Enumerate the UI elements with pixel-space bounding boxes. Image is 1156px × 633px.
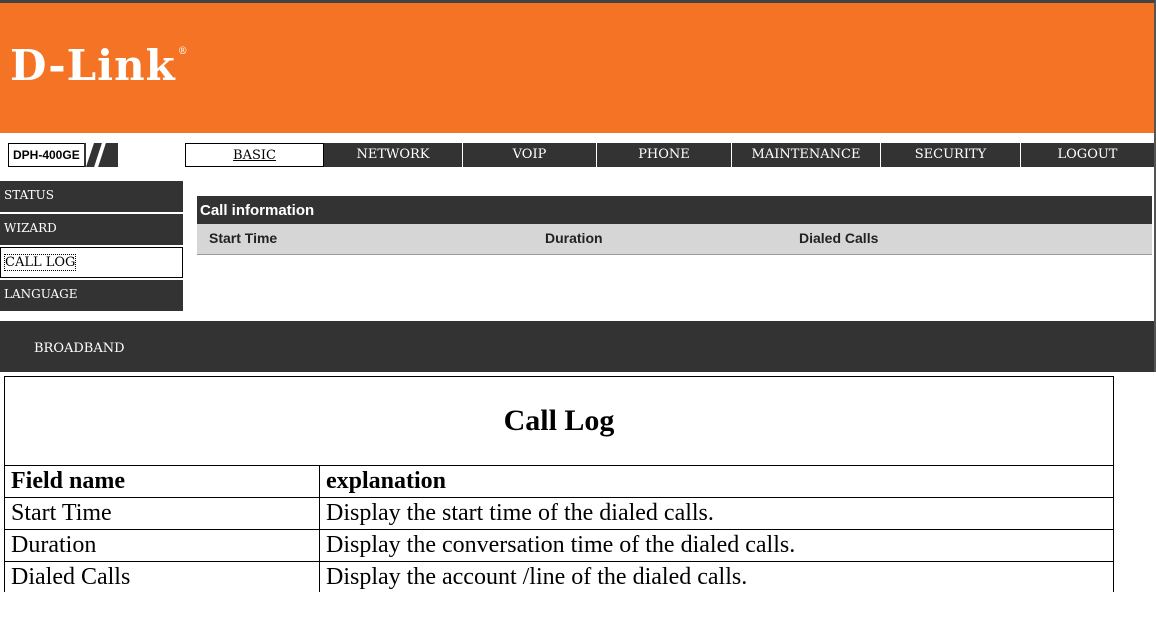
table-row: Dialed Calls Display the account /line o… (4, 561, 1114, 592)
doc-table-header-row: Field name explanation (4, 465, 1114, 498)
call-information-title: Call information (197, 196, 1152, 224)
tab-basic[interactable]: BASIC (185, 143, 324, 167)
tab-voip[interactable]: VOIP (463, 143, 597, 167)
left-nav-item-wizard[interactable]: WIZARD (0, 214, 183, 245)
left-nav: STATUS WIZARD CALL LOG LANGUAGE (0, 181, 183, 313)
left-nav-item-status[interactable]: STATUS (0, 181, 183, 212)
tab-security[interactable]: SECURITY (881, 143, 1021, 167)
table-row: Duration Display the conversation time o… (4, 529, 1114, 562)
doc-table-title: Call Log (4, 376, 1114, 466)
dlink-logo: D-Link ® (10, 41, 189, 90)
model-name: DPH-400GE (13, 148, 80, 162)
field-name-cell: Duration (4, 529, 320, 562)
explanation-cell: Display the start time of the dialed cal… (319, 497, 1114, 530)
left-nav-label: CALL LOG (3, 254, 77, 271)
header-field-name: Field name (4, 465, 320, 498)
call-columns-header: Start Time Duration Dialed Calls (197, 224, 1152, 255)
left-nav-item-language[interactable]: LANGUAGE (0, 280, 183, 311)
left-nav-label: LANGUAGE (4, 287, 78, 301)
field-name-cell: Start Time (4, 497, 320, 530)
table-row: Start Time Display the start time of the… (4, 497, 1114, 530)
column-duration: Duration (545, 230, 603, 246)
call-information-panel: Call information Start Time Duration Dia… (197, 196, 1152, 255)
tab-maintenance[interactable]: MAINTENANCE (732, 143, 881, 167)
tab-logout[interactable]: LOGOUT (1021, 143, 1154, 167)
left-nav-label: WIZARD (4, 221, 57, 235)
left-nav-label: STATUS (4, 188, 54, 202)
explanation-cell: Display the conversation time of the dia… (319, 529, 1114, 562)
header-explanation: explanation (319, 465, 1114, 498)
explanation-cell: Display the account /line of the dialed … (319, 561, 1114, 592)
left-nav-item-call-log[interactable]: CALL LOG (0, 247, 183, 278)
column-dialed-calls: Dialed Calls (799, 230, 879, 246)
bottom-bar-label[interactable]: BROADBAND (34, 341, 125, 356)
top-nav: BASIC NETWORK VOIP PHONE MAINTENANCE SEC… (185, 143, 1154, 167)
field-name-cell: Dialed Calls (4, 561, 320, 592)
column-start-time: Start Time (209, 230, 278, 246)
call-log-doc-table: Call Log Field name explanation Start Ti… (4, 376, 1114, 592)
tab-phone[interactable]: PHONE (597, 143, 732, 167)
header-banner: D-Link ® (0, 3, 1154, 133)
bottom-bar: BROADBAND (0, 321, 1154, 372)
brand-name: D-Link (10, 41, 176, 90)
registered-mark: ® (177, 46, 189, 57)
slash-decoration-icon (84, 143, 118, 167)
tab-network[interactable]: NETWORK (324, 143, 463, 167)
device-web-ui: D-Link ® DPH-400GE BASIC NETWORK VOIP PHO… (0, 0, 1156, 372)
